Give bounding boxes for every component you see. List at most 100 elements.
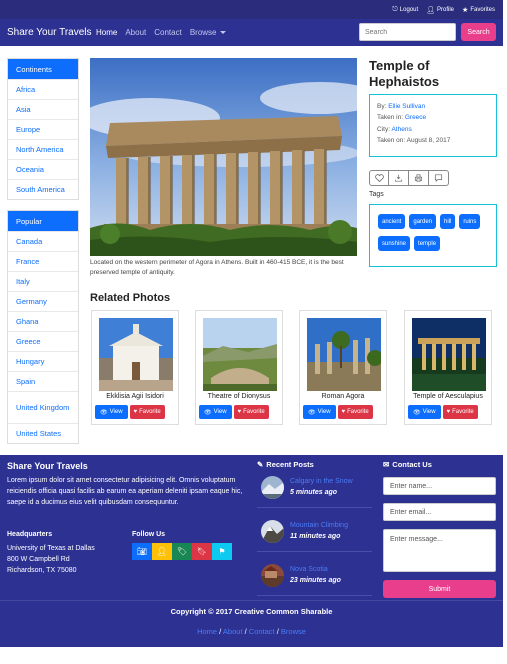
tag-badge[interactable]: ruins bbox=[459, 214, 481, 229]
contact-email-input[interactable]: Enter email... bbox=[383, 503, 496, 521]
continent-item[interactable]: Asia bbox=[8, 99, 78, 119]
country-item[interactable]: Ghana bbox=[8, 311, 78, 331]
favorite-action-button[interactable] bbox=[369, 170, 389, 186]
related-photo-thumbnail[interactable] bbox=[307, 318, 381, 391]
camera-icon[interactable]: 📷︎ bbox=[132, 543, 152, 560]
favorite-button[interactable]: ♥ Favorite bbox=[129, 405, 165, 419]
post-thumbnail bbox=[261, 520, 284, 543]
tag-icon[interactable]: 🏷︎ bbox=[172, 543, 192, 560]
recent-post[interactable]: Mountain Climbing 11 minutes ago bbox=[257, 514, 372, 552]
contact-us-title: ✉ Contact Us bbox=[383, 460, 432, 469]
contact-message-textarea[interactable]: Enter message... bbox=[383, 529, 496, 572]
photo-description: Located on the western perimeter of Agor… bbox=[90, 259, 344, 277]
recent-post[interactable]: Nova Scotia 23 minutes ago bbox=[257, 558, 372, 596]
nav-about[interactable]: About bbox=[125, 28, 146, 37]
tag-badge[interactable]: ancient bbox=[378, 214, 406, 229]
tag-badge[interactable]: temple bbox=[414, 236, 441, 251]
footer-link-about[interactable]: About bbox=[223, 627, 243, 636]
flag-icon[interactable]: ⚑ bbox=[212, 543, 232, 560]
country-item[interactable]: Italy bbox=[8, 271, 78, 291]
related-photo-thumbnail[interactable] bbox=[203, 318, 277, 391]
heart-icon bbox=[374, 174, 384, 182]
view-button[interactable]: 👁︎ View bbox=[95, 405, 128, 419]
recent-post[interactable]: Calgary in the Snow 5 minutes ago bbox=[257, 470, 372, 508]
profile-link[interactable]: 👤︎ Profile bbox=[426, 6, 454, 14]
site-brand[interactable]: Share Your Travels bbox=[7, 27, 96, 38]
continent-item[interactable]: North America bbox=[8, 139, 78, 159]
country-item[interactable]: United Kingdom bbox=[8, 391, 78, 423]
search-button[interactable]: Search bbox=[461, 23, 496, 41]
post-time: 5 minutes ago bbox=[290, 489, 338, 496]
footer-link-home[interactable]: Home bbox=[197, 627, 217, 636]
download-action-button[interactable] bbox=[389, 170, 409, 186]
related-photo-thumbnail[interactable] bbox=[412, 318, 486, 391]
tag-badge[interactable]: hill bbox=[440, 214, 456, 229]
recent-posts-title: ✎ Recent Posts bbox=[257, 460, 314, 469]
country-item[interactable]: Germany bbox=[8, 291, 78, 311]
view-button-label: View bbox=[109, 409, 123, 415]
tag-badge[interactable]: garden bbox=[409, 214, 437, 229]
taken-on-value: August 8, 2017 bbox=[406, 137, 451, 145]
photo-action-group bbox=[369, 170, 449, 186]
favorite-button-label: Favorite bbox=[139, 409, 161, 415]
contact-name-input[interactable]: Enter name... bbox=[383, 477, 496, 495]
post-title[interactable]: Nova Scotia bbox=[290, 566, 328, 573]
view-button[interactable]: 👁︎ View bbox=[303, 405, 336, 419]
logout-link[interactable]: ⎋ Logout bbox=[392, 6, 418, 14]
theatre-thumbnail-image bbox=[203, 318, 277, 391]
tags-box: ancient garden hill ruins sunshine templ… bbox=[369, 204, 497, 267]
view-button[interactable]: 👁︎ View bbox=[408, 405, 441, 419]
nav-browse-dropdown[interactable]: Browse bbox=[190, 28, 226, 37]
related-photo-thumbnail[interactable] bbox=[99, 318, 173, 391]
temple-photo-image bbox=[90, 58, 357, 256]
country-item[interactable]: Hungary bbox=[8, 351, 78, 371]
continent-item[interactable]: Oceania bbox=[8, 159, 78, 179]
search-input[interactable] bbox=[359, 23, 456, 41]
recent-posts-label: Recent Posts bbox=[266, 460, 314, 469]
related-photo-card: Theatre of Dionysus 👁︎ View ♥ Favorite bbox=[195, 310, 283, 425]
favorite-button[interactable]: ♥ Favorite bbox=[337, 405, 373, 419]
country-item[interactable]: France bbox=[8, 251, 78, 271]
footer-link-contact[interactable]: Contact bbox=[249, 627, 275, 636]
city-link[interactable]: Athens bbox=[391, 126, 411, 133]
bookmark-icon[interactable]: 🔖︎ bbox=[192, 543, 212, 560]
favorites-link[interactable]: ★ Favorites bbox=[462, 6, 495, 14]
continent-item[interactable]: South America bbox=[8, 179, 78, 199]
copyright-text: Copyright © 2017 Creative Common Sharabl… bbox=[170, 607, 333, 616]
post-title[interactable]: Calgary in the Snow bbox=[290, 478, 353, 485]
headquarters-address: University of Texas at Dallas 800 W Camp… bbox=[7, 544, 95, 577]
contact-submit-button[interactable]: Submit bbox=[383, 580, 496, 598]
country-item[interactable]: United States bbox=[8, 423, 78, 443]
city-label: City: bbox=[377, 125, 390, 133]
roman-agora-thumbnail-image bbox=[307, 318, 381, 391]
continent-item[interactable]: Africa bbox=[8, 79, 78, 99]
photographer-link[interactable]: Ellie Sullivan bbox=[388, 103, 425, 110]
nav-home[interactable]: Home bbox=[96, 28, 117, 37]
eye-icon: 👁︎ bbox=[308, 409, 316, 416]
comment-action-button[interactable] bbox=[429, 170, 449, 186]
detail-taken-on: Taken on: August 8, 2017 bbox=[377, 135, 489, 146]
view-button-label: View bbox=[213, 409, 227, 415]
country-link[interactable]: Greece bbox=[405, 114, 426, 121]
favorite-button[interactable]: ♥ Favorite bbox=[233, 405, 269, 419]
nav-contact[interactable]: Contact bbox=[154, 28, 182, 37]
related-photo-card: Temple of Aesculapius 👁︎ View ♥ Favorite bbox=[404, 310, 492, 425]
post-title[interactable]: Mountain Climbing bbox=[290, 522, 348, 529]
continent-item[interactable]: Europe bbox=[8, 119, 78, 139]
photo-title: Temple of Hephaistos bbox=[369, 58, 440, 89]
detail-city: City: Athens bbox=[377, 124, 489, 135]
tag-badge[interactable]: sunshine bbox=[378, 236, 411, 251]
favorite-button-label: Favorite bbox=[452, 409, 474, 415]
heart-icon: ♥ bbox=[133, 409, 138, 415]
taken-in-label: Taken in: bbox=[377, 114, 404, 122]
footer-link-browse[interactable]: Browse bbox=[281, 627, 306, 636]
country-item[interactable]: Canada bbox=[8, 231, 78, 251]
country-item[interactable]: Greece bbox=[8, 331, 78, 351]
user-icon[interactable]: 👤︎ bbox=[152, 543, 172, 560]
favorites-label: Favorites bbox=[470, 6, 495, 13]
favorite-button[interactable]: ♥ Favorite bbox=[442, 405, 478, 419]
contact-us-label: Contact Us bbox=[392, 460, 432, 469]
print-action-button[interactable] bbox=[409, 170, 429, 186]
view-button[interactable]: 👁︎ View bbox=[199, 405, 232, 419]
country-item[interactable]: Spain bbox=[8, 371, 78, 391]
